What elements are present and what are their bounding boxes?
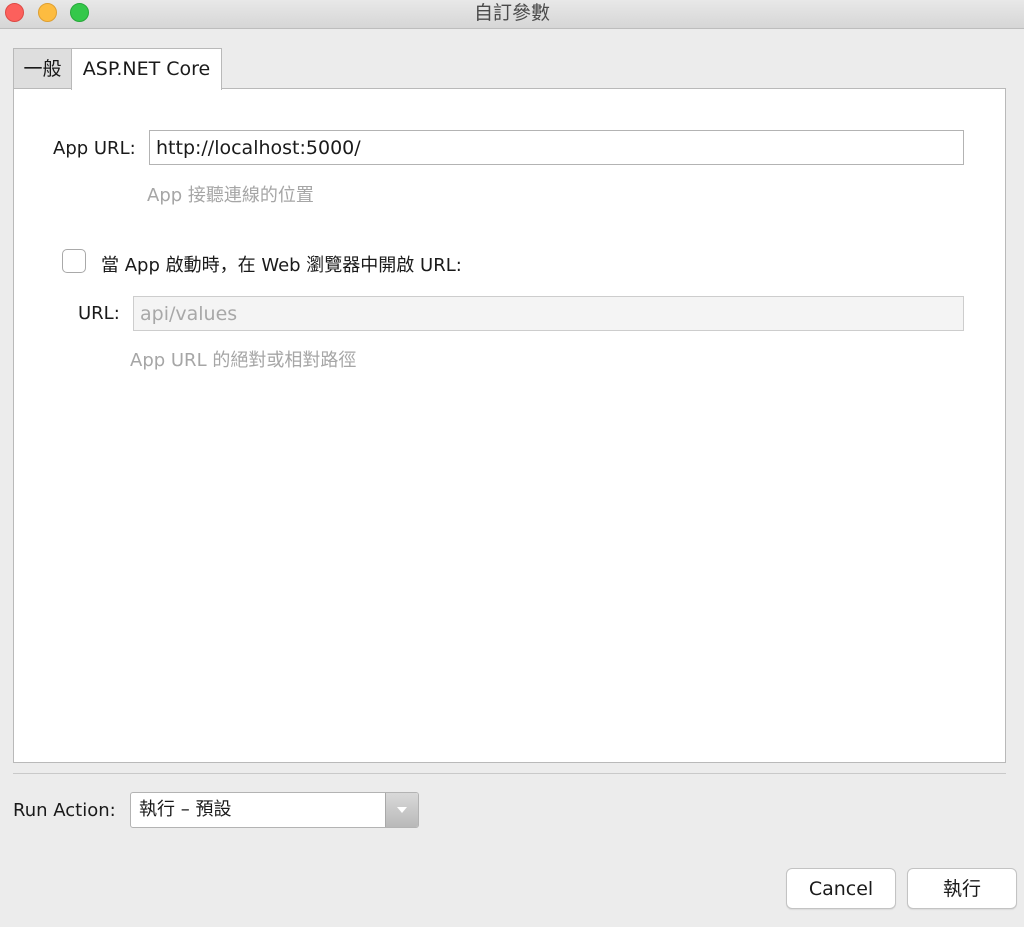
window-title: 自訂參數 (473, 2, 550, 24)
launch-browser-label: 當 App 啟動時，在 Web 瀏覽器中開啟 URL: (101, 255, 462, 276)
app-url-input[interactable] (149, 130, 964, 165)
run-action-select[interactable]: 執行 – 預設 (130, 792, 419, 828)
launch-url-hint: App URL 的絕對或相對路徑 (130, 350, 357, 371)
launch-browser-checkbox[interactable] (62, 249, 86, 273)
app-url-hint: App 接聽連線的位置 (147, 185, 314, 206)
chevron-down-icon[interactable] (385, 793, 418, 827)
app-url-label: App URL: (53, 138, 136, 159)
tab-general[interactable]: 一般 (13, 48, 72, 89)
launch-url-label: URL: (78, 303, 120, 324)
title-bar: 自訂參數 (0, 0, 1024, 29)
launch-url-input[interactable] (133, 296, 964, 331)
divider (13, 773, 1006, 774)
run-button[interactable]: 執行 (907, 868, 1017, 909)
run-action-label: Run Action: (13, 800, 116, 821)
cancel-button[interactable]: Cancel (786, 868, 896, 909)
run-action-value: 執行 – 預設 (139, 799, 232, 820)
tab-aspnet-core[interactable]: ASP.NET Core (71, 48, 222, 90)
